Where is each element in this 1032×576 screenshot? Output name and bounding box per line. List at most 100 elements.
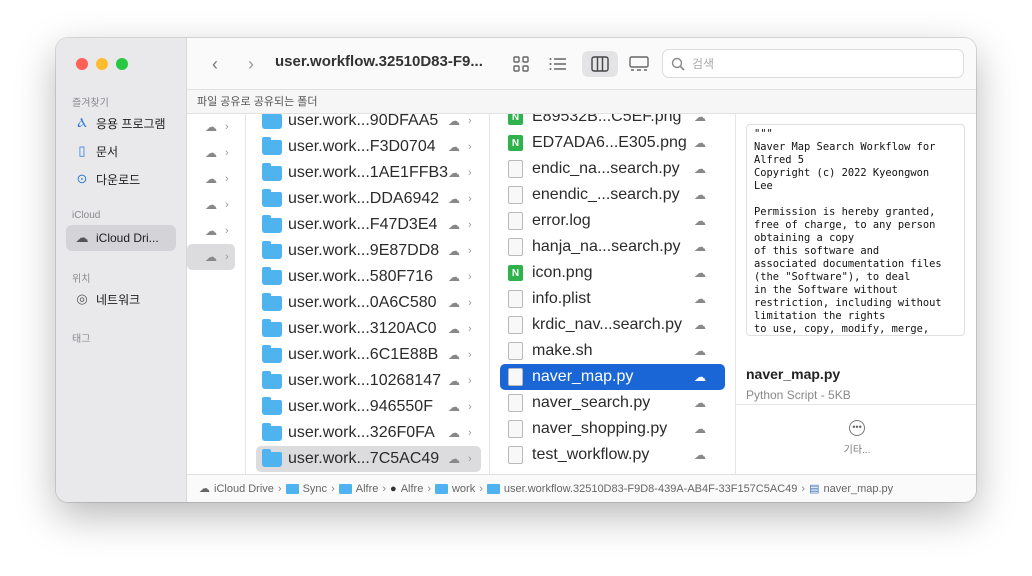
icloud-icon: ☁ [448,426,460,440]
document-icon [508,238,523,256]
icon-view-button[interactable] [507,51,535,77]
path-segment-label: Alfre [400,482,424,495]
icloud-row[interactable]: ☁ › [187,218,235,244]
chevron-right-icon: › [468,115,472,127]
file-row[interactable]: hanja_na...search.py ☁ [500,234,725,260]
document-icon [508,290,523,308]
file-row[interactable]: naver_search.py ☁ [500,390,725,416]
icloud-row[interactable]: ☁ › [187,140,235,166]
file-row[interactable]: Nicon.png ☁ [500,260,725,286]
icloud-icon: ☁ [448,296,460,310]
column-3[interactable]: N E89532B...C5EF.png ☁ N ED7ADA6...E305.png ☁… [490,114,736,474]
folder-row[interactable]: user.work...90DFAA5 ☁ › [256,114,481,134]
ellipsis-icon: ••• [849,420,865,436]
more-button[interactable]: ••• 기타... [832,420,882,456]
folder-icon [338,483,352,494]
gallery-view-button[interactable] [624,51,654,77]
folder-row[interactable]: user.work...10268147 ☁ › [256,368,481,394]
file-row[interactable]: test_workflow.py ☁ [500,442,725,468]
column-view-button[interactable] [582,51,618,77]
folder-icon [262,214,282,233]
folder-icon [262,266,282,285]
folder-name: user.work...7C5AC49 [288,450,440,467]
folder-row[interactable]: user.work...580F716 ☁ › [256,264,481,290]
toolbar: ‹ › user.workflow.32510D83-F9... 검색 [187,38,976,90]
file-row[interactable]: error.log ☁ [500,208,725,234]
document-icon [508,446,523,464]
column-2[interactable]: user.work...90DFAA5 ☁ › user.work...F3D0704… [246,114,490,474]
folder-name: user.work...90DFAA5 [288,114,439,129]
column-1[interactable]: ☁ › ☁ › ☁ › ☁ › ☁ › ☁ › [187,114,246,474]
more-label: 기타... [843,445,871,456]
sidebar-item-applications[interactable]: Ⲁ 응용 프로그램 [66,110,176,136]
sidebar-item-label: 응용 프로그램 [96,116,166,131]
folder-row[interactable]: user.work...DDA6942 ☁ › [256,186,481,212]
sidebar-item-downloads[interactable]: ⊙ 다운로드 [66,166,176,192]
icloud-icon: ☁ [448,218,460,232]
path-segment[interactable]: Sync [285,483,327,495]
file-name: enendic_...search.py [532,186,680,203]
icloud-icon: ☁ [694,214,706,228]
file-row[interactable]: endic_na...search.py ☁ [500,156,725,182]
file-row[interactable]: krdic_nav...search.py ☁ [500,312,725,338]
sidebar-item-icloud-drive[interactable]: ☁ iCloud Dri... [66,225,176,251]
folder-icon [262,396,282,415]
sidebar-item-network[interactable]: ◎ 네트워크 [66,286,176,312]
chevron-right-icon: › [225,251,229,263]
image-file-icon: N [508,114,523,125]
file-name: make.sh [532,342,593,359]
icloud-row[interactable]: ☁ › [187,192,235,218]
path-segment[interactable]: work [434,483,475,495]
path-segment[interactable]: ▤ naver_map.py [809,482,893,496]
path-segment[interactable]: ● Alfre [390,483,423,495]
file-row[interactable]: N ED7ADA6...E305.png ☁ [500,130,725,156]
folder-row[interactable]: user.work...7C5AC49 ☁ › [256,446,481,472]
chevron-right-icon: › [468,297,472,309]
list-view-button[interactable] [544,51,572,77]
sidebar-section-locations: 위치 [72,274,91,285]
icloud-icon: ☁ [205,172,217,186]
zoom-button[interactable] [116,58,128,70]
folder-icon [262,422,282,441]
file-row[interactable]: N E89532B...C5EF.png ☁ [500,114,725,130]
path-segment[interactable]: user.workflow.32510D83-F9D8-439A-AB4F-33… [486,483,797,495]
folder-row[interactable]: user.work...3120AC0 ☁ › [256,316,481,342]
search-field[interactable]: 검색 [662,49,964,78]
sidebar-item-label: 문서 [96,144,119,159]
folder-row[interactable]: user.work...326F0FA ☁ › [256,420,481,446]
folder-row[interactable]: user.work...F3D0704 ☁ › [256,134,481,160]
forward-button[interactable]: › [241,51,261,77]
path-segment[interactable]: Alfre [338,483,378,495]
folder-row[interactable]: user.work...0A6C580 ☁ › [256,290,481,316]
chevron-right-icon: › [468,193,472,205]
back-button[interactable]: ‹ [205,51,225,77]
icloud-icon: ☁ [448,400,460,414]
folder-row[interactable]: user.work...9E87DD8 ☁ › [256,238,481,264]
folder-icon [262,162,282,181]
chevron-right-icon: › [479,482,483,495]
folder-row[interactable]: user.work...946550F ☁ › [256,394,481,420]
file-row[interactable]: naver_map.py ☁ [500,364,725,390]
python-file-icon: ▤ [809,483,820,495]
file-name: hanja_na...search.py [532,238,681,255]
icloud-icon: ☁ [205,224,217,238]
file-row[interactable]: enendic_...search.py ☁ [500,182,725,208]
icloud-icon: ☁ [694,448,706,462]
icloud-row[interactable]: ☁ › [187,114,235,140]
minimize-button[interactable] [96,58,108,70]
icloud-row[interactable]: ☁ › [187,166,235,192]
file-row[interactable]: info.plist ☁ [500,286,725,312]
file-row[interactable]: make.sh ☁ [500,338,725,364]
folder-row[interactable]: user.work...6C1E88B ☁ › [256,342,481,368]
sidebar-item-documents[interactable]: ▯ 문서 [66,138,176,164]
icloud-row[interactable]: ☁ › [187,244,235,270]
folder-row[interactable]: user.work...1AE1FFB3 ☁ › [256,160,481,186]
file-row[interactable]: naver_shopping.py ☁ [500,416,725,442]
gallery-icon [629,56,649,71]
chevron-right-icon: › [468,141,472,153]
close-button[interactable] [76,58,88,70]
folder-row[interactable]: user.work...F47D3E4 ☁ › [256,212,481,238]
folder-name: user.work...1AE1FFB3 [288,164,449,181]
folder-icon [262,292,282,311]
path-segment[interactable]: ☁ iCloud Drive [199,482,274,496]
